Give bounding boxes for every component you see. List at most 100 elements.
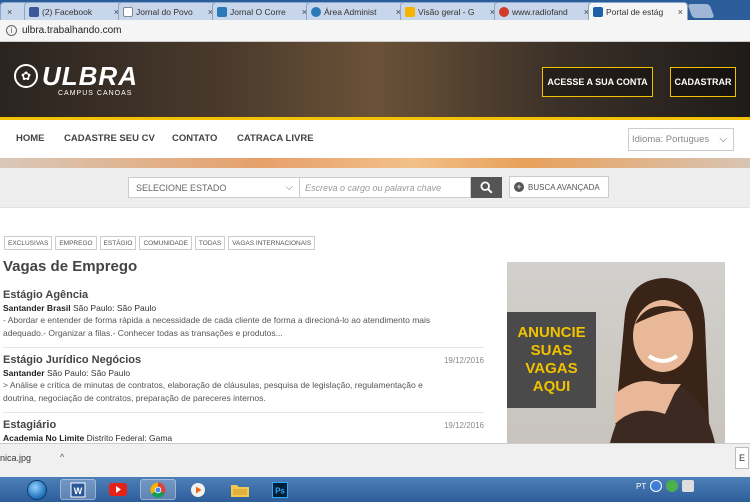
tab-title: (2) Facebook bbox=[42, 6, 93, 17]
keyword-search-input[interactable] bbox=[300, 177, 471, 198]
job-location: Distrito Federal: Gama bbox=[86, 433, 173, 443]
job-listing[interactable]: Estagiário 19/12/2016 Academia No Limite… bbox=[3, 419, 484, 443]
browser-tab-visao-geral[interactable]: Visão geral - G × bbox=[400, 2, 500, 20]
advanced-search-button[interactable]: + BUSCA AVANÇADA bbox=[509, 176, 609, 198]
browser-tab-portal-de-estagio[interactable]: Portal de estág × bbox=[588, 2, 688, 20]
taskbar-explorer[interactable] bbox=[222, 479, 258, 500]
ulbra-seal-icon: ✿ bbox=[14, 64, 38, 88]
page-title: Vagas de Emprego bbox=[3, 258, 138, 275]
word-icon: W bbox=[70, 482, 86, 497]
job-listing[interactable]: Estágio Agência Santander Brasil São Pau… bbox=[3, 289, 484, 340]
register-button[interactable]: CADASTRAR bbox=[670, 67, 736, 97]
header-photo-strip bbox=[0, 158, 750, 168]
job-listing[interactable]: Estágio Jurídico Negócios 19/12/2016 San… bbox=[3, 354, 484, 405]
show-all-downloads-button[interactable]: E bbox=[735, 447, 749, 469]
network-icon[interactable] bbox=[666, 480, 679, 492]
browser-tab-area-administrativa[interactable]: Área Administ × bbox=[306, 2, 406, 20]
job-company: Santander Brasil bbox=[3, 303, 71, 313]
browser-tab-strip: × (2) Facebook × Jornal do Povo × Jornal… bbox=[0, 0, 750, 20]
nav-contato[interactable]: CONTATO bbox=[172, 133, 217, 144]
volume-icon[interactable] bbox=[682, 480, 695, 492]
woman-photo-illustration bbox=[610, 278, 715, 443]
help-icon[interactable] bbox=[650, 480, 663, 492]
ulbra-logo[interactable]: ✿ ULBRA CAMPUS CANOAS bbox=[14, 63, 138, 97]
tab-close-icon[interactable]: × bbox=[678, 7, 683, 17]
analytics-favicon-icon bbox=[405, 6, 415, 17]
advertise-banner[interactable]: ANUNCIE SUAS VAGAS AQUI bbox=[507, 262, 725, 443]
job-divider bbox=[3, 347, 484, 348]
nav-home[interactable]: HOME bbox=[16, 133, 45, 144]
tab-title: Portal de estág bbox=[606, 6, 664, 17]
job-date: 19/12/2016 bbox=[443, 356, 484, 365]
input-language-indicator[interactable]: PT bbox=[636, 482, 646, 491]
logo-subtitle: CAMPUS CANOAS bbox=[58, 90, 133, 97]
new-tab-button[interactable] bbox=[687, 4, 715, 18]
windows-orb-icon bbox=[27, 479, 47, 500]
filter-exclusivas[interactable]: EXCLUSIVAS bbox=[4, 236, 53, 250]
job-meta: Santander São Paulo: São Paulo bbox=[3, 368, 484, 378]
tab-title: Visão geral - G bbox=[418, 6, 475, 17]
svg-text:W: W bbox=[74, 486, 83, 496]
taskbar-photoshop[interactable]: Ps bbox=[262, 479, 298, 500]
job-date: 19/12/2016 bbox=[443, 421, 484, 430]
taskbar-media-player[interactable] bbox=[180, 479, 216, 500]
download-options-chevron[interactable]: ^ bbox=[60, 452, 64, 462]
tab-title: www.radiofand bbox=[512, 6, 568, 17]
photoshop-icon: Ps bbox=[272, 481, 288, 498]
job-desc-line: adequado.- Organizar a filas.- Conhecer … bbox=[3, 328, 283, 338]
bookmark-favicon-icon bbox=[217, 6, 227, 17]
info-favicon-icon bbox=[311, 6, 321, 17]
search-icon bbox=[480, 181, 493, 194]
filter-comunidade[interactable]: COMUNIDADE bbox=[139, 236, 192, 250]
browser-tab-jornal-do-povo[interactable]: Jornal do Povo × bbox=[118, 2, 218, 20]
job-divider bbox=[3, 412, 484, 413]
filter-emprego[interactable]: EMPREGO bbox=[55, 236, 97, 250]
plus-icon: + bbox=[514, 182, 524, 192]
tab-close-icon[interactable]: × bbox=[7, 7, 12, 17]
browser-tab-radio[interactable]: www.radiofand × bbox=[494, 2, 594, 20]
chevron-down-icon: ⌵ bbox=[285, 182, 293, 193]
nav-cadastre-cv[interactable]: CADASTRE SEU CV bbox=[64, 133, 155, 144]
filter-estagio[interactable]: ESTÁGIO bbox=[99, 236, 137, 250]
filter-todas[interactable]: TODAS bbox=[194, 236, 226, 250]
downloaded-file-name[interactable]: nica.jpg bbox=[0, 453, 31, 463]
taskbar-chrome[interactable] bbox=[140, 479, 176, 500]
language-select[interactable]: Idioma: Portugues ⌵ bbox=[628, 128, 734, 151]
ad-line: ANUNCIE bbox=[517, 324, 586, 341]
site-info-icon[interactable]: i bbox=[6, 25, 17, 36]
job-desc-line: > Análise e crítica de minutas de contra… bbox=[3, 380, 423, 390]
address-bar[interactable]: i ulbra.trabalhando.com bbox=[0, 20, 750, 42]
download-bar bbox=[0, 443, 750, 477]
ad-line: SUAS bbox=[530, 342, 573, 359]
job-company: Santander bbox=[3, 368, 45, 378]
youtube-icon bbox=[109, 483, 127, 496]
tab-title: Área Administ bbox=[324, 6, 377, 17]
advanced-search-label: BUSCA AVANÇADA bbox=[528, 182, 600, 192]
start-button[interactable] bbox=[24, 477, 50, 502]
job-location: São Paulo: São Paulo bbox=[46, 368, 131, 378]
tab-title: Jornal O Corre bbox=[230, 6, 286, 17]
job-title[interactable]: Estágio Jurídico Negócios bbox=[3, 354, 484, 366]
job-location: São Paulo: São Paulo bbox=[72, 303, 157, 313]
ad-line: VAGAS bbox=[525, 360, 578, 377]
job-meta: Academia No Limite Distrito Federal: Gam… bbox=[3, 433, 484, 443]
search-button[interactable] bbox=[471, 177, 502, 198]
taskbar-youtube[interactable] bbox=[100, 479, 136, 500]
facebook-favicon-icon bbox=[29, 6, 39, 17]
state-select[interactable]: SELECIONE ESTADO ⌵ bbox=[128, 177, 300, 198]
job-desc-line: doutrina, negociação de contratos, prepa… bbox=[3, 393, 266, 403]
browser-tab-facebook[interactable]: (2) Facebook × bbox=[24, 2, 124, 20]
filter-vagas-internacionais[interactable]: VAGAS INTERNACIONAIS bbox=[228, 236, 316, 250]
chevron-down-icon: ⌵ bbox=[719, 134, 727, 145]
nav-catraca-livre[interactable]: CATRACA LIVRE bbox=[237, 133, 314, 144]
system-tray: PT bbox=[636, 480, 695, 492]
browser-tab-jornal-o-correio[interactable]: Jornal O Corre × bbox=[212, 2, 312, 20]
job-desc-line: - Abordar e entender de forma rápida a n… bbox=[3, 315, 431, 325]
taskbar-word-app[interactable]: W bbox=[60, 479, 96, 500]
login-button[interactable]: ACESSE A SUA CONTA bbox=[542, 67, 653, 97]
portal-favicon-icon bbox=[593, 6, 603, 17]
job-title[interactable]: Estágio Agência bbox=[3, 289, 484, 301]
site-header: ✿ ULBRA CAMPUS CANOAS ACESSE A SUA CONTA… bbox=[0, 42, 750, 120]
url-text[interactable]: ulbra.trabalhando.com bbox=[22, 25, 122, 36]
job-title[interactable]: Estagiário bbox=[3, 419, 484, 431]
